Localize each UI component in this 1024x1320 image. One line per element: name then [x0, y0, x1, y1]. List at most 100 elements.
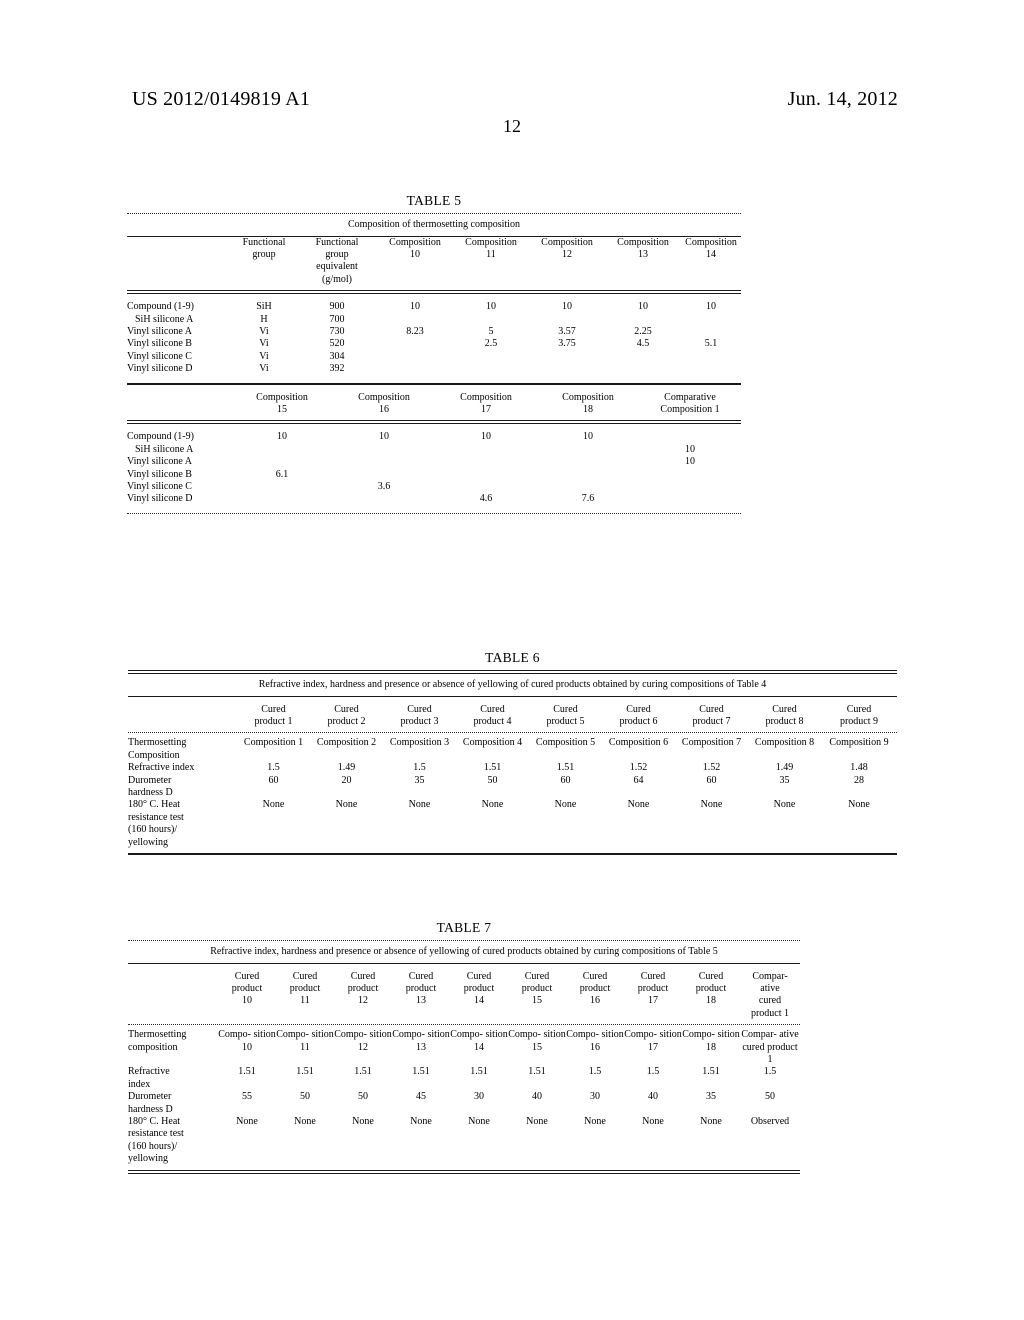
cell: 50: [300, 1091, 310, 1103]
col-head-cured-product-11: Cured product 11: [289, 970, 321, 1007]
row-label: Durometer hardness D: [128, 1091, 173, 1115]
cell: 1.52: [702, 762, 721, 774]
col-head-cured-product-18: Cured product 18: [695, 970, 727, 1007]
cell: [435, 456, 537, 468]
col-head-cured-product-12: Cured product 12: [347, 970, 379, 1007]
cell: Compo- sition 11: [276, 1029, 334, 1053]
table-row: Compound (1-9) 10 10 10 10: [127, 431, 741, 443]
col-head-composition-17: Composition 17: [460, 391, 512, 415]
cell: None: [554, 799, 577, 811]
row-label: Vinyl silicone A: [127, 325, 192, 337]
body-gap: [127, 424, 741, 431]
cell: SiH: [256, 301, 272, 313]
cell: None: [700, 1115, 722, 1127]
cell: 28: [854, 774, 864, 786]
cell: Compo- sition 10: [218, 1029, 276, 1053]
row-label: Vinyl silicone B: [127, 338, 192, 350]
col-head-blank: [127, 237, 231, 287]
cell: 10: [481, 431, 491, 443]
cell: [435, 481, 537, 493]
cell: 35: [779, 774, 790, 786]
table-5-block-1: Functional group Functional group equiva…: [127, 237, 741, 291]
cell: Vi: [259, 350, 269, 362]
cell: Composition 7: [681, 737, 742, 749]
col-head-cured-product-16: Cured product 16: [579, 970, 611, 1007]
cell: 1.52: [629, 762, 648, 774]
cell: 5.1: [704, 338, 718, 350]
cell: [529, 314, 605, 326]
cell: 900: [329, 301, 345, 313]
table-6: TABLE 6 Refractive index, hardness and p…: [128, 650, 897, 855]
patent-page: US 2012/0149819 A1 Jun. 14, 2012 12 TABL…: [0, 0, 1024, 1320]
col-head-functional-group: Functional group: [242, 236, 286, 260]
table-row: Thermosetting composition Compo- sition …: [128, 1029, 800, 1066]
cell: [605, 351, 681, 363]
cell: [377, 338, 453, 350]
cell: 2.5: [484, 338, 498, 350]
col-head-blank: [127, 392, 231, 417]
cell: 20: [341, 774, 352, 786]
table-row: Durometer hardness D 60 20 35 50 60 64 6…: [128, 775, 897, 800]
cell: 35: [706, 1091, 716, 1103]
table-5-caption: Composition of thermosetting composition: [348, 219, 520, 230]
cell: 10: [706, 301, 716, 313]
row-label: Durometer hardness D: [128, 774, 173, 798]
table-row: Vinyl silicone C Vi 304: [127, 351, 741, 363]
row-label: Compound (1-9): [127, 301, 194, 313]
cell: 10: [410, 301, 420, 313]
table-5-block-2-header-row: Composition 15 Composition 16 Compositio…: [127, 392, 741, 417]
cell: Compo- sition 18: [682, 1029, 740, 1053]
cell: Composition 8: [754, 737, 815, 749]
cell: 10: [685, 443, 695, 455]
cell: [605, 314, 681, 326]
cell: 1.51: [354, 1066, 372, 1078]
cell: 3.75: [558, 338, 576, 350]
cell: 1.51: [483, 762, 502, 774]
cell: [377, 314, 453, 326]
table-7-caption: Refractive index, hardness and presence …: [210, 946, 718, 957]
cell: Vi: [259, 363, 269, 375]
cell: None: [700, 799, 723, 811]
table-5-block-1-header-row: Functional group Functional group equiva…: [127, 237, 741, 287]
cell: None: [584, 1115, 606, 1127]
table-7-body: Thermosetting composition Compo- sition …: [128, 1025, 800, 1169]
cell: 700: [329, 313, 345, 325]
cell: [537, 444, 639, 456]
cell: 730: [329, 325, 345, 337]
cell: 60: [268, 774, 279, 786]
cell: [537, 469, 639, 481]
cell: Compo- sition 17: [624, 1029, 682, 1053]
cell: [453, 363, 529, 375]
cell: Composition 2: [316, 737, 377, 749]
col-head-cured-product-6: Cured product 6: [619, 703, 658, 727]
page-number: 12: [503, 116, 521, 136]
cell: 10: [638, 301, 648, 313]
cell: 40: [648, 1091, 658, 1103]
cell: 10: [277, 431, 287, 443]
header-gap-top: [128, 697, 897, 704]
row-label: SiH silicone A: [135, 443, 194, 455]
table-row: Compound (1-9) SiH 900 10 10 10 10 10: [127, 301, 741, 313]
col-head-cured-product-2: Cured product 2: [327, 703, 366, 727]
header-gap-top: [128, 964, 800, 971]
publication-number: US 2012/0149819 A1: [132, 88, 311, 110]
cell: 2.25: [634, 325, 652, 337]
cell: None: [468, 1115, 490, 1127]
cell: 30: [590, 1091, 600, 1103]
row-label: Vinyl silicone D: [127, 363, 193, 375]
cell: 10: [583, 431, 593, 443]
cell: [333, 493, 435, 505]
cell: Composition 5: [535, 737, 596, 749]
cell: 1.5: [588, 1066, 602, 1078]
cell: 35: [414, 774, 425, 786]
cell: None: [627, 799, 650, 811]
cell: [333, 469, 435, 481]
table-6-body: Thermosetting Composition Composition 1 …: [128, 733, 897, 853]
cell: Composition 3: [389, 737, 450, 749]
cell: 50: [487, 774, 498, 786]
cell: [377, 351, 453, 363]
cell: None: [410, 1115, 432, 1127]
cell: 10: [379, 431, 389, 443]
table-6-header: Cured product 1 Cured product 2 Cured pr…: [128, 697, 897, 733]
cell: 1.51: [702, 1066, 720, 1078]
